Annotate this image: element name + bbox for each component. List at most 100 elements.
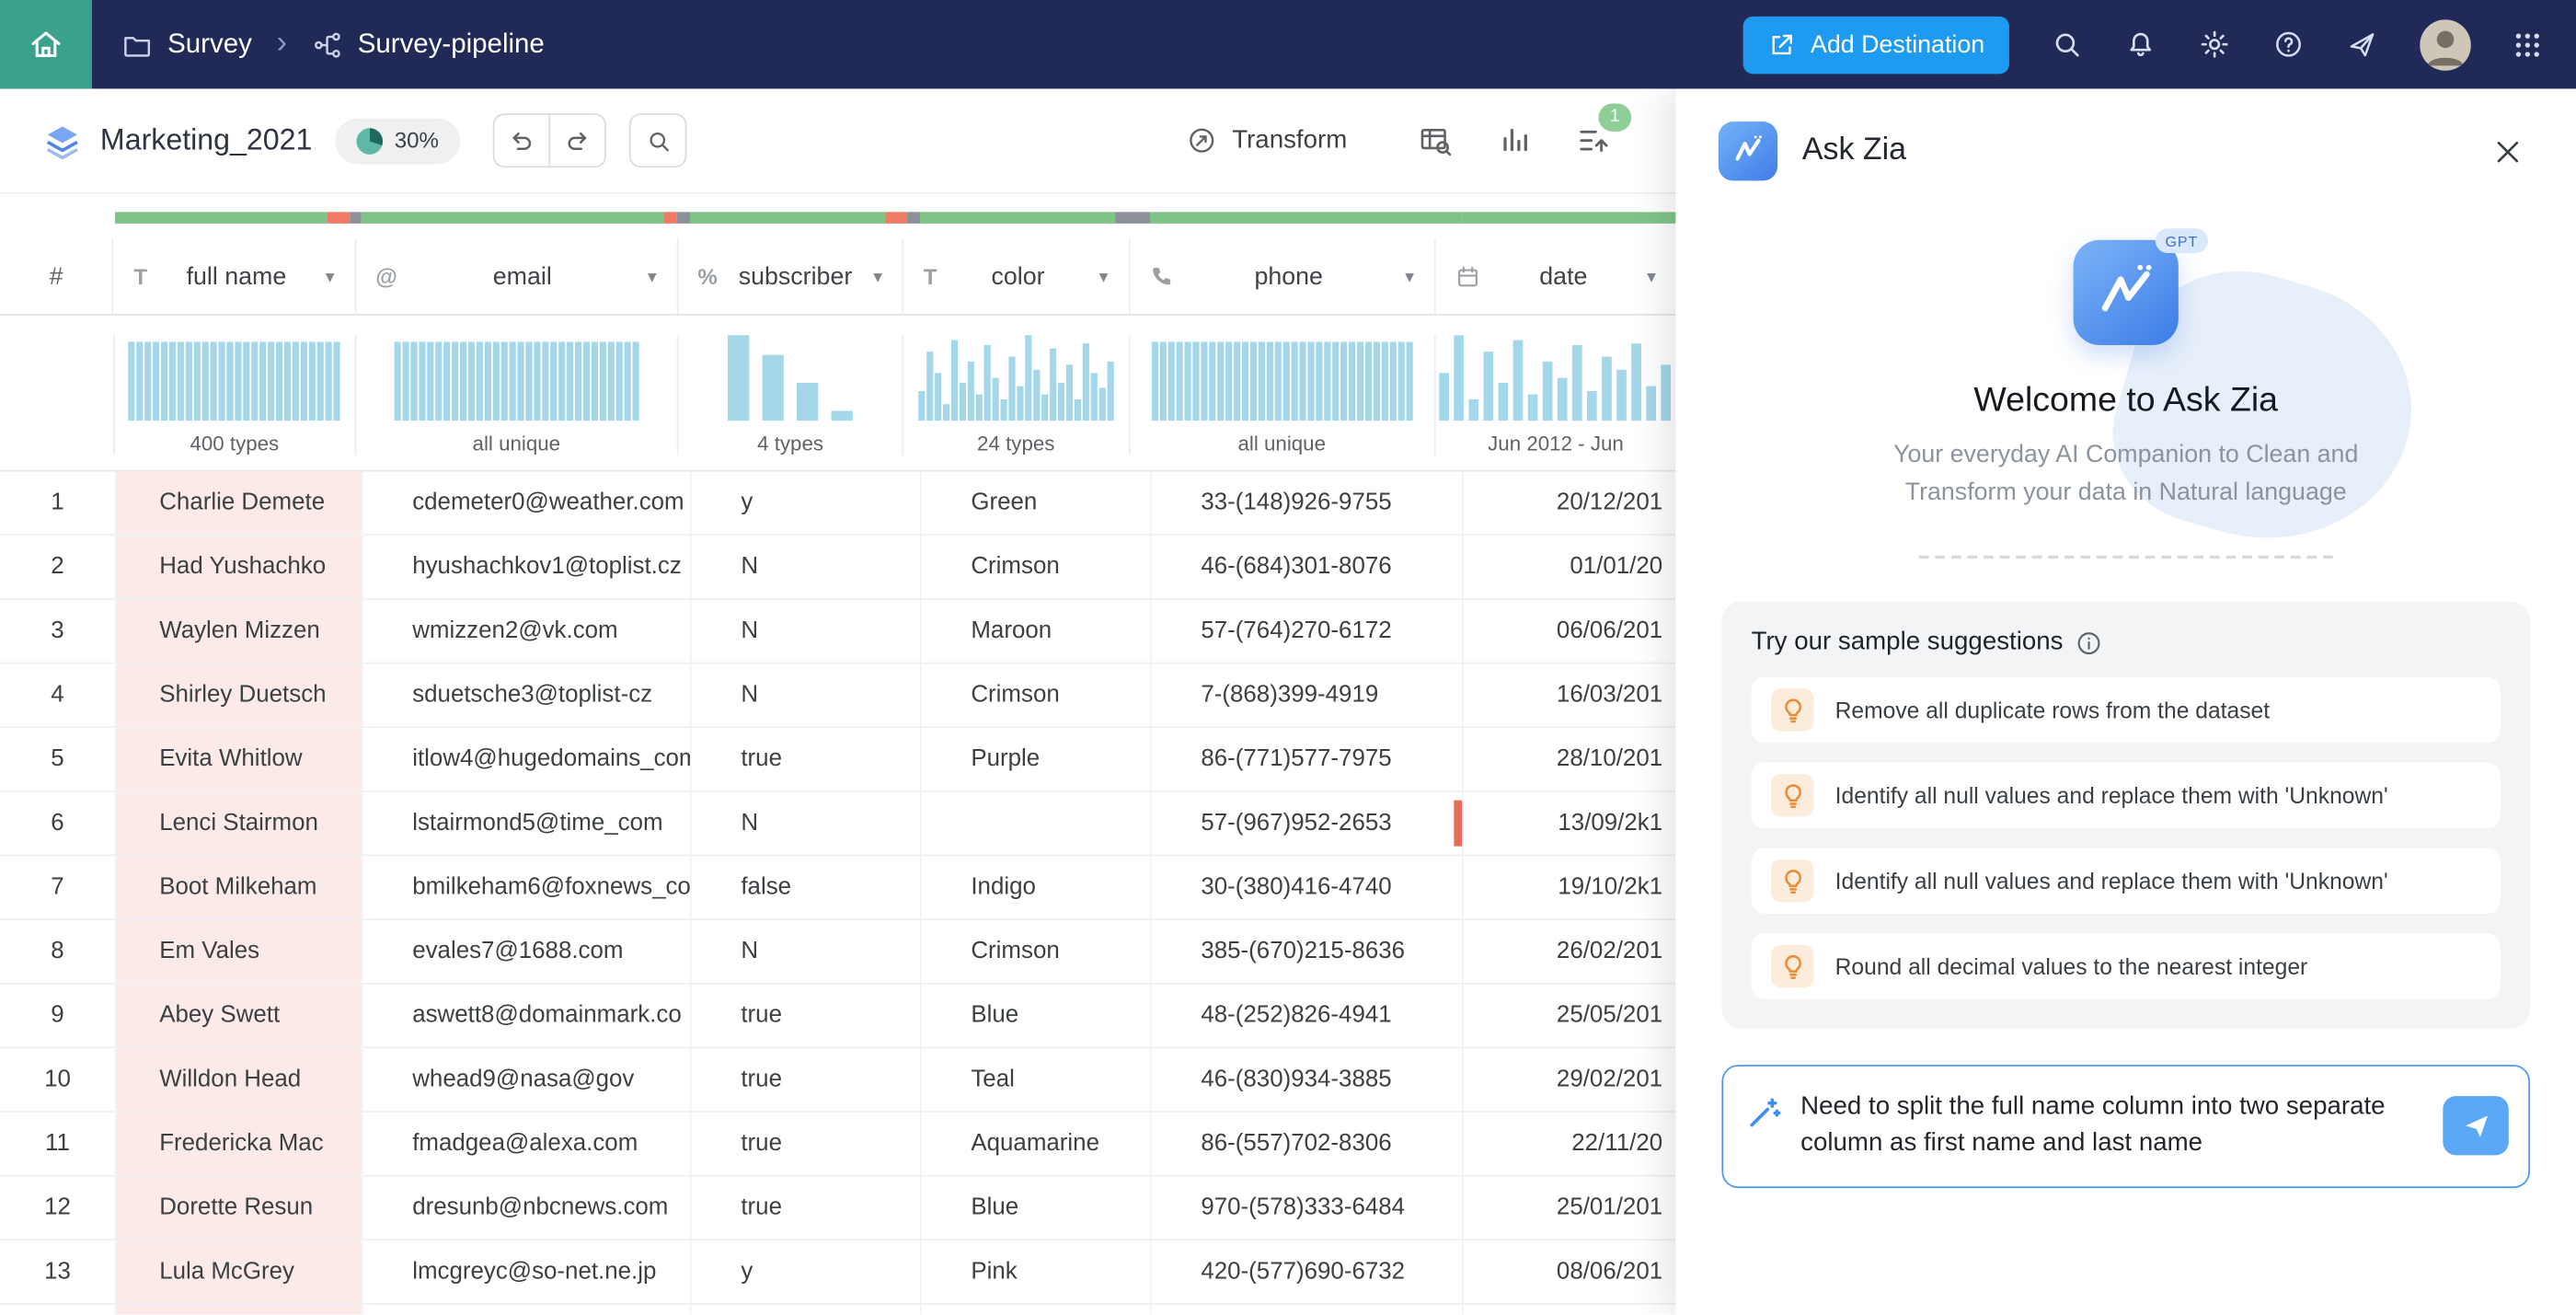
cell-fullname[interactable]: Evita Whitlow — [115, 728, 362, 790]
column-header-email[interactable]: @email▾ — [354, 238, 676, 314]
column-header-color[interactable]: Tcolor▾ — [903, 238, 1128, 314]
cell-subscriber[interactable]: N — [690, 663, 920, 726]
column-header-date[interactable]: date▾ — [1434, 238, 1676, 314]
row-number[interactable]: 1 — [0, 471, 115, 534]
cell-date[interactable]: 06/06/201 — [1462, 600, 1675, 663]
cell-phone[interactable]: 420-(577)690-6732 — [1150, 1240, 1462, 1303]
cell-phone[interactable]: 970-(578)333-6484 — [1150, 1177, 1462, 1240]
cell-phone[interactable]: 7-(784)587-1439 — [1150, 1305, 1462, 1315]
column-header-fullname[interactable]: Tfull name▾ — [112, 238, 354, 314]
cell-email[interactable]: lmcgreyc@so-net.ne.jp — [362, 1240, 690, 1303]
cell-fullname[interactable]: Waylen Mizzen — [115, 600, 362, 663]
cell-color[interactable]: Maroon — [920, 600, 1150, 663]
cell-phone[interactable]: 30-(380)416-4740 — [1150, 856, 1462, 918]
cell-subscriber[interactable]: false — [690, 856, 920, 918]
undo-button[interactable] — [493, 113, 551, 167]
cell-subscriber[interactable]: true — [690, 1113, 920, 1175]
cell-email[interactable]: cdemeter0@weather.com — [362, 471, 690, 534]
chevron-down-icon[interactable]: ▾ — [873, 265, 882, 286]
cell-date[interactable]: 16/03/201 — [1462, 663, 1675, 726]
histogram-phone[interactable]: all unique — [1128, 335, 1434, 455]
info-icon[interactable] — [2076, 630, 2101, 655]
histogram-subscriber[interactable]: 4 types — [677, 335, 903, 455]
cell-subscriber[interactable]: y — [690, 1240, 920, 1303]
chevron-down-icon[interactable]: ▾ — [648, 265, 657, 286]
cell-date[interactable]: 26/02/201 — [1462, 920, 1675, 983]
column-header-phone[interactable]: phone▾ — [1128, 238, 1434, 314]
histogram-color[interactable]: 24 types — [903, 335, 1128, 455]
column-stats-icon[interactable] — [1499, 124, 1532, 157]
row-number[interactable]: 2 — [0, 536, 115, 598]
cell-color[interactable]: Crimson — [920, 663, 1150, 726]
breadcrumb-pipeline[interactable]: Survey-pipeline — [312, 29, 545, 60]
cell-subscriber[interactable]: N — [690, 600, 920, 663]
cell-fullname[interactable]: Lenci Stairmon — [115, 792, 362, 855]
chevron-down-icon[interactable]: ▾ — [1647, 265, 1656, 286]
cell-phone[interactable]: 57-(967)952-2653 — [1150, 792, 1462, 855]
cell-email[interactable]: fmadgea@alexa.com — [362, 1113, 690, 1175]
row-number[interactable]: 14 — [0, 1305, 115, 1315]
suggestion-item[interactable]: Remove all duplicate rows from the datas… — [1752, 677, 2501, 743]
add-destination-button[interactable]: Add Destination — [1743, 16, 2009, 73]
cell-color[interactable]: Pink — [920, 1240, 1150, 1303]
cell-date[interactable]: 20/12/201 — [1462, 471, 1675, 534]
cell-email[interactable]: dresunb@nbcnews.com — [362, 1177, 690, 1240]
cell-phone[interactable]: 7-(868)399-4919 — [1150, 663, 1462, 726]
cell-fullname[interactable]: Charlie Demete — [115, 471, 362, 534]
cell-email[interactable]: evales7@1688.com — [362, 920, 690, 983]
suggestion-item[interactable]: Identify all null values and replace the… — [1752, 763, 2501, 828]
cell-date[interactable]: 08/06/201 — [1462, 1240, 1675, 1303]
applied-steps-icon[interactable]: 1 — [1575, 123, 1610, 157]
rocket-icon[interactable] — [2346, 28, 2379, 61]
cell-phone[interactable]: 57-(764)270-6172 — [1150, 600, 1462, 663]
apps-grid-icon[interactable] — [2512, 29, 2543, 60]
histogram-email[interactable]: all unique — [354, 335, 676, 455]
cell-date[interactable]: 19/10/2k1 — [1462, 856, 1675, 918]
cell-subscriber[interactable]: y — [690, 471, 920, 534]
histogram-fullname[interactable]: 400 types — [113, 335, 355, 455]
cell-email[interactable]: wmizzen2@vk.com — [362, 600, 690, 663]
cell-subscriber[interactable]: N — [690, 536, 920, 598]
cell-date[interactable]: 25/01/201 — [1462, 1177, 1675, 1240]
table-search-button[interactable] — [629, 113, 687, 167]
cell-subscriber[interactable]: true — [690, 728, 920, 790]
row-number[interactable]: 3 — [0, 600, 115, 663]
zia-prompt-input[interactable]: Need to split the full name column into … — [1721, 1065, 2530, 1188]
row-number[interactable]: 11 — [0, 1113, 115, 1175]
cell-fullname[interactable]: Jodi Janikowski — [115, 1305, 362, 1315]
cell-date[interactable]: 01/04/20 — [1462, 1305, 1675, 1315]
notifications-icon[interactable] — [2124, 28, 2157, 61]
row-number[interactable]: 7 — [0, 856, 115, 918]
cell-color[interactable] — [920, 792, 1150, 855]
cell-color[interactable]: Aquamarine — [920, 1113, 1150, 1175]
cell-date[interactable]: 01/01/20 — [1462, 536, 1675, 598]
cell-date[interactable]: 28/10/201 — [1462, 728, 1675, 790]
row-number[interactable]: 4 — [0, 663, 115, 726]
cell-phone[interactable]: 46-(830)934-3885 — [1150, 1048, 1462, 1111]
histogram-date[interactable]: Jun 2012 - Jun — [1434, 335, 1676, 455]
send-button[interactable] — [2443, 1097, 2508, 1156]
close-panel-icon[interactable] — [2492, 135, 2524, 167]
prompt-text[interactable]: Need to split the full name column into … — [1800, 1090, 2423, 1163]
cell-color[interactable]: Crimson — [920, 536, 1150, 598]
cell-phone[interactable]: 86-(557)702-8306 — [1150, 1113, 1462, 1175]
cell-subscriber[interactable]: true — [690, 1305, 920, 1315]
cell-email[interactable]: sduetsche3@toplist-cz — [362, 663, 690, 726]
transform-button[interactable]: Transform — [1186, 125, 1347, 156]
data-quality-pill[interactable]: 30% — [335, 118, 460, 164]
row-number[interactable]: 10 — [0, 1048, 115, 1111]
row-number[interactable]: 12 — [0, 1177, 115, 1240]
cell-email[interactable]: bmilkeham6@foxnews_co — [362, 856, 690, 918]
cell-fullname[interactable]: Fredericka Mac — [115, 1113, 362, 1175]
cell-fullname[interactable]: Willdon Head — [115, 1048, 362, 1111]
cell-color[interactable]: Teal — [920, 1048, 1150, 1111]
preview-data-icon[interactable] — [1418, 122, 1454, 158]
cell-fullname[interactable]: Em Vales — [115, 920, 362, 983]
row-number[interactable]: 13 — [0, 1240, 115, 1303]
cell-fullname[interactable]: Abey Swett — [115, 985, 362, 1047]
cell-date[interactable]: 25/05/201 — [1462, 985, 1675, 1047]
row-number[interactable]: 8 — [0, 920, 115, 983]
redo-button[interactable] — [549, 113, 607, 167]
chevron-down-icon[interactable]: ▾ — [1405, 265, 1414, 286]
cell-phone[interactable]: 48-(252)826-4941 — [1150, 985, 1462, 1047]
